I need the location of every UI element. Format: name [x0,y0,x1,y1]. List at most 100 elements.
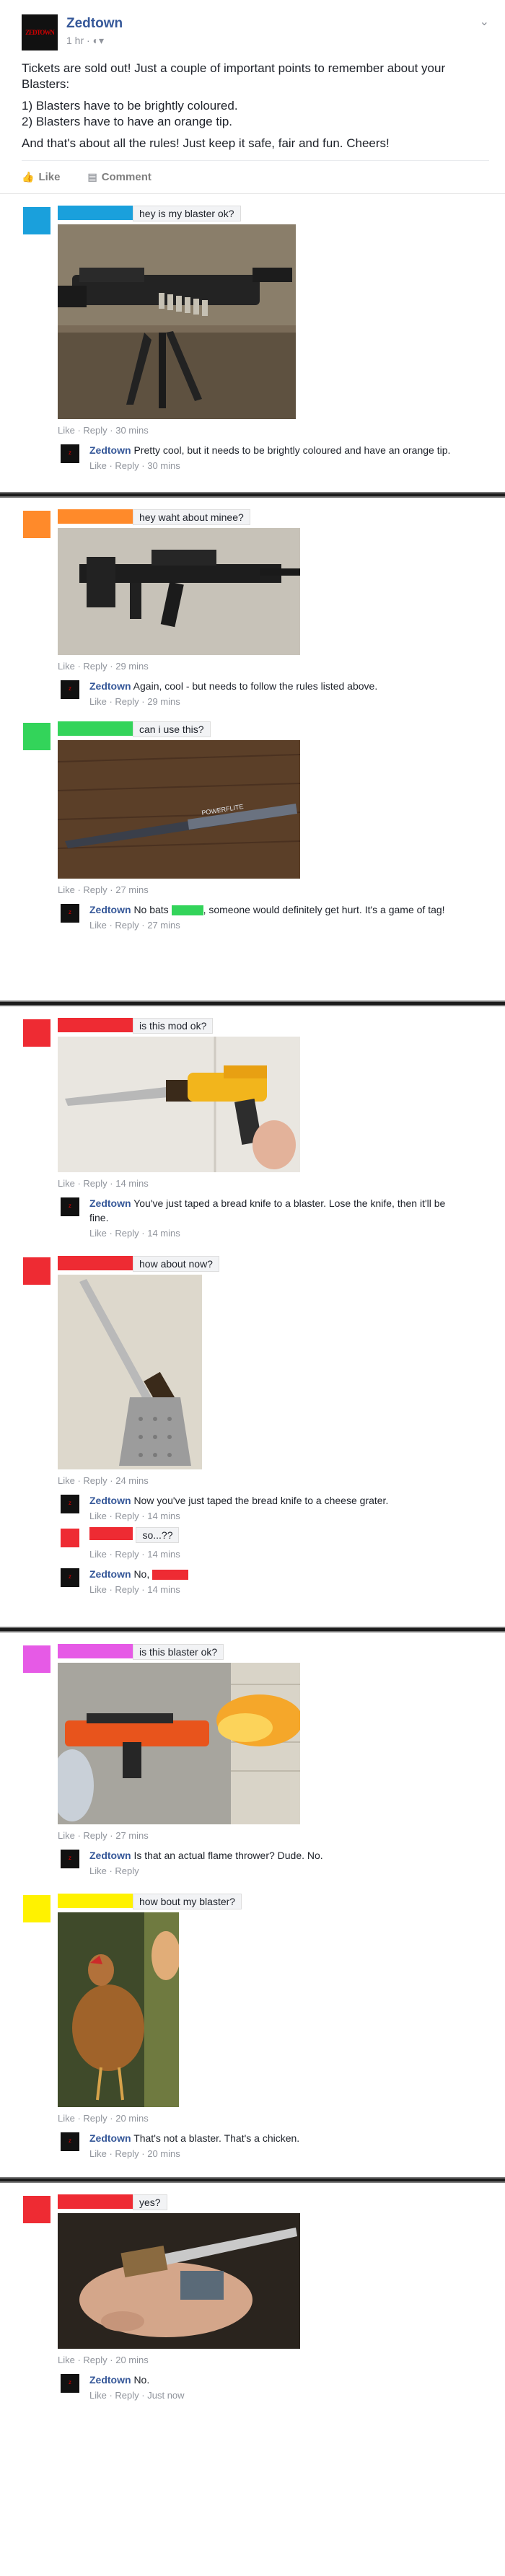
like-link[interactable]: Like [89,920,107,931]
reply-link[interactable]: Reply [115,2148,139,2159]
reply-time[interactable]: Just now [147,2390,184,2401]
redacted-name[interactable] [58,2194,133,2209]
reply-link[interactable]: Reply [83,661,107,672]
comment-button[interactable]: ▤ Comment [87,171,151,183]
reply-link[interactable]: Reply [83,2355,107,2365]
reply-time[interactable]: 30 mins [147,460,180,471]
zedtown-avatar[interactable]: Z [61,1568,79,1587]
zedtown-avatar[interactable]: Z [61,1495,79,1513]
reply-time[interactable]: 14 mins [147,1549,180,1560]
reply-time[interactable]: 20 mins [147,2148,180,2159]
like-link[interactable]: Like [89,1584,107,1595]
like-link[interactable]: Like [89,1228,107,1239]
avatar[interactable] [61,1529,79,1547]
reply-link[interactable]: Reply [115,920,139,931]
comment-image-hand-knife[interactable] [58,2213,300,2349]
reply-author[interactable]: Zedtown [89,1197,131,1209]
reply-link[interactable]: Reply [83,1475,107,1486]
comment-time[interactable]: 14 mins [115,1178,149,1189]
comment-image-knife-grater[interactable] [58,1275,202,1469]
reply-author[interactable]: Zedtown [89,1850,131,1861]
avatar[interactable] [23,207,50,234]
reply-link[interactable]: Reply [115,460,139,471]
comment-time[interactable]: 27 mins [115,884,149,895]
redacted-name[interactable] [58,721,133,736]
comment-image-blaster-knife[interactable] [58,1037,300,1172]
comment-time[interactable]: 24 mins [115,1475,149,1486]
like-link[interactable]: Like [89,1511,107,1521]
comment-time[interactable]: 29 mins [115,661,149,672]
reply-link[interactable]: Reply [115,1228,139,1239]
comment-image-flamethrower[interactable] [58,1663,300,1824]
avatar[interactable] [23,2196,50,2223]
reply-author[interactable]: Zedtown [89,1495,131,1506]
like-link[interactable]: Like [58,425,75,436]
redacted-name[interactable] [152,1570,189,1581]
reply-author[interactable]: Zedtown [89,444,131,456]
zedtown-avatar[interactable]: Z [61,444,79,463]
like-link[interactable]: Like [89,460,107,471]
reply-author[interactable]: Zedtown [89,1568,131,1580]
reply-time[interactable]: 14 mins [147,1228,180,1239]
redacted-name[interactable] [58,509,133,524]
zedtown-avatar[interactable]: Z [61,680,79,699]
comment-image-tripod-blaster[interactable] [58,224,296,419]
like-link[interactable]: Like [89,1865,107,1876]
redacted-name[interactable] [58,1256,133,1270]
reply-link[interactable]: Reply [115,1584,139,1595]
reply-time[interactable]: 14 mins [147,1584,180,1595]
like-link[interactable]: Like [89,696,107,707]
redacted-name[interactable] [58,1018,133,1032]
comment-time[interactable]: 27 mins [115,1830,149,1841]
like-link[interactable]: Like [58,2355,75,2365]
post-time[interactable]: 1 hr · ◐▾ [66,35,471,47]
chevron-down-icon[interactable]: ⌄ [480,14,489,29]
avatar[interactable] [23,723,50,750]
page-logo[interactable]: ZEDTOWN [22,14,58,50]
avatar[interactable] [23,511,50,538]
comment-image-baseball-bat[interactable]: POWERFLITE [58,740,300,879]
reply-link[interactable]: Reply [115,2390,139,2401]
reply-link[interactable]: Reply [83,1178,107,1189]
avatar[interactable] [23,1645,50,1673]
avatar[interactable] [23,1257,50,1285]
like-link[interactable]: Like [89,2390,107,2401]
reply-link[interactable]: Reply [115,1549,139,1560]
avatar[interactable] [23,1019,50,1047]
reply-link[interactable]: Reply [83,425,107,436]
reply-author[interactable]: Zedtown [89,680,131,692]
redacted-name[interactable] [58,206,133,220]
like-link[interactable]: Like [89,2148,107,2159]
redacted-name[interactable] [171,905,203,916]
like-link[interactable]: Like [58,1830,75,1841]
zedtown-avatar[interactable]: Z [61,904,79,923]
like-link[interactable]: Like [58,2113,75,2124]
like-link[interactable]: Like [89,1549,107,1560]
reply-time[interactable]: 27 mins [147,920,180,931]
reply-author[interactable]: Zedtown [89,2374,131,2386]
zedtown-avatar[interactable]: Z [61,2374,79,2393]
comment-image-chicken[interactable] [58,1912,179,2107]
comment-time[interactable]: 20 mins [115,2113,149,2124]
zedtown-avatar[interactable]: Z [61,2132,79,2151]
reply-link[interactable]: Reply [115,1511,139,1521]
comment-time[interactable]: 20 mins [115,2355,149,2365]
reply-link[interactable]: Reply [83,884,107,895]
redacted-name[interactable] [58,1894,133,1908]
like-link[interactable]: Like [58,1178,75,1189]
comment-time[interactable]: 30 mins [115,425,149,436]
zedtown-avatar[interactable]: Z [61,1197,79,1216]
like-link[interactable]: Like [58,884,75,895]
reply-time[interactable]: 14 mins [147,1511,180,1521]
reply-link[interactable]: Reply [115,696,139,707]
reply-link[interactable]: Reply [83,1830,107,1841]
zedtown-avatar[interactable]: Z [61,1850,79,1868]
redacted-name[interactable] [58,1644,133,1658]
reply-author[interactable]: Zedtown [89,2132,131,2144]
redacted-name[interactable] [89,1527,133,1540]
avatar[interactable] [23,1895,50,1922]
like-link[interactable]: Like [58,1475,75,1486]
like-link[interactable]: Like [58,661,75,672]
reply-link[interactable]: Reply [115,1865,139,1876]
reply-link[interactable]: Reply [83,2113,107,2124]
